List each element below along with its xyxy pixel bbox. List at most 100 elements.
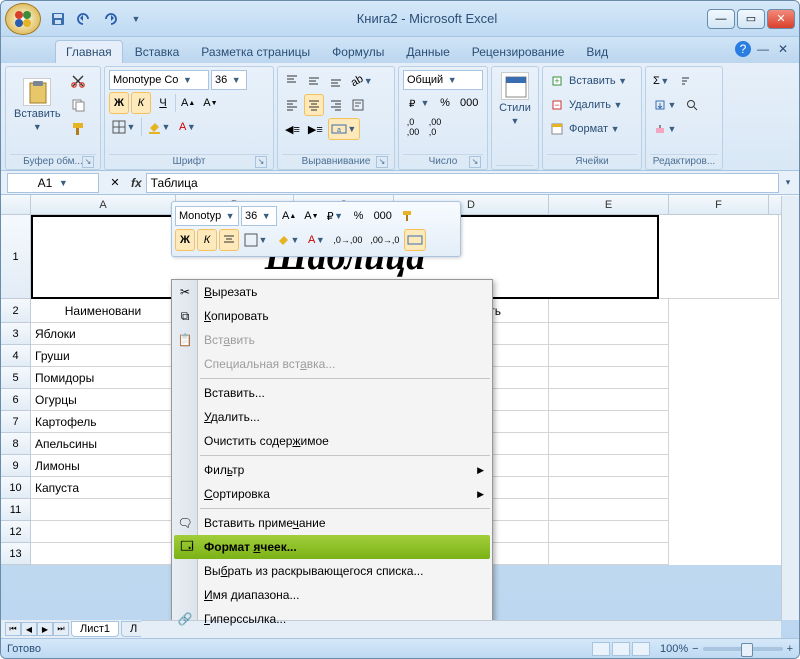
percent-button[interactable]: % <box>435 92 455 114</box>
cell-styles-button[interactable]: Стили▼ <box>496 70 534 128</box>
rowhead-10[interactable]: 10 <box>1 477 31 499</box>
font-name-combo[interactable]: Monotype Cо▼ <box>109 70 209 90</box>
format-painter-button[interactable] <box>67 118 89 140</box>
cm-dropdown-pick[interactable]: Выбрать из раскрывающегося списка... <box>172 559 492 583</box>
align-left-button[interactable] <box>282 94 302 116</box>
cm-hyperlink[interactable]: 🔗Гиперссылка... <box>172 607 492 631</box>
fill-color-button[interactable]: ▼ <box>144 116 174 138</box>
mini-merge[interactable] <box>404 229 426 251</box>
sheet-tab-1[interactable]: Лист1 <box>71 621 119 637</box>
cm-delete[interactable]: Удалить... <box>172 405 492 429</box>
qat-customize[interactable]: ▼ <box>125 8 147 30</box>
cell[interactable] <box>659 215 779 299</box>
rowhead-8[interactable]: 8 <box>1 433 31 455</box>
tab-home[interactable]: Главная <box>55 40 123 63</box>
mini-fill-color[interactable]: ▼ <box>273 229 303 251</box>
cells-delete-button[interactable]: − <box>547 94 567 116</box>
cm-cut[interactable]: ✂Вырезать <box>172 280 492 304</box>
autosum-button[interactable]: Σ▼ <box>650 70 673 92</box>
italic-button[interactable]: К <box>131 92 151 114</box>
font-size-combo[interactable]: 36▼ <box>211 70 247 90</box>
sort-filter-button[interactable] <box>675 70 695 92</box>
alignment-launcher[interactable]: ↘ <box>376 156 388 168</box>
clipboard-launcher[interactable]: ↘ <box>82 156 94 168</box>
undo-button[interactable] <box>73 8 95 30</box>
office-button[interactable] <box>5 3 41 35</box>
cell[interactable]: Капуста <box>31 477 176 499</box>
paste-button[interactable]: Вставить ▼ <box>10 76 65 134</box>
tab-view[interactable]: Вид <box>576 41 618 63</box>
close-button[interactable]: ✕ <box>767 9 795 29</box>
borders-button[interactable]: ▼ <box>109 116 139 138</box>
zoom-in[interactable]: + <box>787 643 793 655</box>
font-launcher[interactable]: ↘ <box>255 156 267 168</box>
mini-borders[interactable]: ▼ <box>241 229 271 251</box>
mini-inc-decimal[interactable]: ,0→,00 <box>330 229 365 251</box>
underline-button[interactable]: Ч <box>153 92 173 114</box>
formula-expand[interactable]: ▾ <box>783 177 793 188</box>
rowhead-6[interactable]: 6 <box>1 389 31 411</box>
mini-dec-decimal[interactable]: ,00→,0 <box>367 229 402 251</box>
number-launcher[interactable]: ↘ <box>469 156 481 168</box>
sheet-first[interactable]: ⏮ <box>5 622 21 636</box>
cell[interactable]: Лимоны <box>31 455 176 477</box>
zoom-level[interactable]: 100% <box>660 643 688 655</box>
rowhead-7[interactable]: 7 <box>1 411 31 433</box>
cm-copy[interactable]: ⧉Копировать <box>172 304 492 328</box>
tab-data[interactable]: Данные <box>396 41 459 63</box>
rowhead-4[interactable]: 4 <box>1 345 31 367</box>
tab-pagelayout[interactable]: Разметка страницы <box>191 41 320 63</box>
mini-size-combo[interactable]: 36▼ <box>241 206 277 226</box>
workbook-close[interactable]: ✕ <box>775 41 791 57</box>
mini-font-combo[interactable]: Monotyp▼ <box>175 206 239 226</box>
align-top-button[interactable] <box>282 70 302 92</box>
cm-insert[interactable]: Вставить... <box>172 381 492 405</box>
rowhead-1[interactable]: 1 <box>1 215 31 299</box>
view-pagebreak[interactable] <box>632 642 650 656</box>
fx-cancel[interactable]: ✕ <box>105 172 125 194</box>
rowhead-3[interactable]: 3 <box>1 323 31 345</box>
grow-font-button[interactable]: A▲ <box>178 92 198 114</box>
cell[interactable]: Помидоры <box>31 367 176 389</box>
merge-cells-button[interactable]: a▼ <box>328 118 360 140</box>
cells-insert-button[interactable]: + <box>547 70 567 92</box>
colhead-f[interactable]: F <box>669 195 769 214</box>
tab-insert[interactable]: Вставка <box>125 41 190 63</box>
tab-review[interactable]: Рецензирование <box>462 41 575 63</box>
increase-decimal-button[interactable]: ,0,00 <box>403 116 423 138</box>
sheet-next[interactable]: ▶ <box>37 622 53 636</box>
font-color-button[interactable]: A▼ <box>176 116 199 138</box>
decrease-decimal-button[interactable]: ,00,0 <box>425 116 445 138</box>
name-box[interactable]: A1 ▼ <box>7 173 99 193</box>
minimize-button[interactable]: — <box>707 9 735 29</box>
mini-shrink-font[interactable]: A▼ <box>301 205 321 227</box>
copy-button[interactable] <box>67 94 89 116</box>
cell[interactable]: Апельсины <box>31 433 176 455</box>
mini-accounting[interactable]: ₽▼ <box>324 205 347 227</box>
zoom-out[interactable]: − <box>692 643 698 655</box>
rowhead-12[interactable]: 12 <box>1 521 31 543</box>
wrap-text-button[interactable] <box>348 94 368 116</box>
mini-italic[interactable]: К <box>197 229 217 251</box>
cut-button[interactable] <box>67 70 89 92</box>
tab-formulas[interactable]: Формулы <box>322 41 394 63</box>
cm-format-cells[interactable]: 🗔Формат ячеек... <box>174 535 490 559</box>
comma-style-button[interactable]: 000 <box>457 92 481 114</box>
rowhead-2[interactable]: 2 <box>1 299 31 323</box>
redo-button[interactable] <box>99 8 121 30</box>
shrink-font-button[interactable]: A▼ <box>200 92 220 114</box>
view-normal[interactable] <box>592 642 610 656</box>
align-bottom-button[interactable] <box>326 70 346 92</box>
mini-center[interactable] <box>219 229 239 251</box>
cm-filter[interactable]: Фильтр▶ <box>172 458 492 482</box>
rowhead-13[interactable]: 13 <box>1 543 31 565</box>
colhead-e[interactable]: E <box>549 195 669 214</box>
align-center-button[interactable] <box>304 94 324 116</box>
accounting-format-button[interactable]: ₽▼ <box>403 92 433 114</box>
mini-percent[interactable]: % <box>349 205 369 227</box>
select-all-corner[interactable] <box>1 195 31 214</box>
scrollbar-vertical[interactable] <box>781 196 799 620</box>
clear-button[interactable]: ▼ <box>650 118 680 140</box>
mini-format-painter[interactable] <box>397 205 417 227</box>
cm-sort[interactable]: Сортировка▶ <box>172 482 492 506</box>
